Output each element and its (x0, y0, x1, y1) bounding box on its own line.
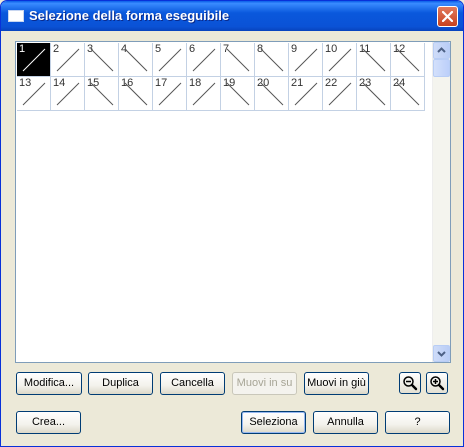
shape-cell[interactable]: 13 (17, 77, 51, 111)
vertical-scrollbar[interactable] (432, 42, 450, 362)
shape-stroke-icon (294, 82, 318, 106)
shape-stroke-icon (294, 48, 318, 72)
shape-stroke-icon (260, 48, 284, 72)
zoom-in-icon (430, 376, 445, 391)
shape-stroke-icon (22, 82, 46, 106)
shape-cell[interactable]: 20 (255, 77, 289, 111)
muovi-giu-button[interactable]: Muovi in giù (304, 372, 369, 395)
shape-cell[interactable]: 5 (153, 43, 187, 77)
shape-cell[interactable]: 6 (187, 43, 221, 77)
seleziona-button[interactable]: Seleziona (241, 411, 306, 434)
shape-stroke-icon (396, 82, 420, 106)
cancella-button[interactable]: Cancella (160, 372, 225, 395)
shape-cell[interactable]: 24 (391, 77, 425, 111)
shape-cell[interactable]: 4 (119, 43, 153, 77)
shape-cell[interactable]: 9 (289, 43, 323, 77)
shape-stroke-icon (192, 48, 216, 72)
duplica-button[interactable]: Duplica (88, 372, 153, 395)
shape-stroke-icon (226, 82, 250, 106)
scroll-thumb[interactable] (433, 59, 450, 77)
scroll-up-button[interactable] (433, 42, 450, 59)
shape-cell[interactable]: 23 (357, 77, 391, 111)
close-button[interactable] (437, 6, 458, 27)
shape-cell[interactable]: 19 (221, 77, 255, 111)
help-button[interactable]: ? (385, 411, 450, 434)
shape-stroke-icon (328, 82, 352, 106)
zoom-out-icon (403, 376, 418, 391)
shape-list[interactable]: 1 2 3 4 5 6 7 8 9 10 11 12 13 14 15 16 17 18 19 20 21 22 23 24 (15, 41, 451, 363)
shape-cell[interactable]: 21 (289, 77, 323, 111)
shape-stroke-icon (158, 82, 182, 106)
shape-cell[interactable]: 18 (187, 77, 221, 111)
shape-cell[interactable]: 1 (17, 43, 51, 77)
shape-cell[interactable]: 17 (153, 77, 187, 111)
shape-stroke-icon (124, 82, 148, 106)
muovi-su-button[interactable]: Muovi in su (232, 372, 297, 395)
modifica-button[interactable]: Modifica... (16, 372, 82, 395)
shape-cell[interactable]: 14 (51, 77, 85, 111)
title-bar[interactable]: Selezione della forma eseguibile (1, 1, 463, 31)
window-title: Selezione della forma eseguibile (29, 8, 230, 23)
shape-cell[interactable]: 15 (85, 77, 119, 111)
shape-stroke-icon (56, 82, 80, 106)
annulla-button[interactable]: Annulla (313, 411, 378, 434)
shape-stroke-icon (396, 48, 420, 72)
scroll-up-icon (437, 47, 446, 53)
shape-cell[interactable]: 10 (323, 43, 357, 77)
shape-stroke-icon (260, 82, 284, 106)
shape-stroke-icon (362, 48, 386, 72)
shape-stroke-icon (192, 82, 216, 106)
shape-stroke-icon (56, 48, 80, 72)
shape-cell[interactable]: 12 (391, 43, 425, 77)
dialog-window: Selezione della forma eseguibile 1234567… (0, 0, 464, 447)
close-icon (442, 11, 453, 22)
shape-stroke-icon (362, 82, 386, 106)
scroll-down-icon (437, 351, 446, 357)
crea-button[interactable]: Crea... (16, 411, 81, 434)
shape-stroke-icon (90, 48, 114, 72)
zoom-in-button[interactable] (426, 372, 448, 394)
shape-cell[interactable]: 22 (323, 77, 357, 111)
zoom-out-button[interactable] (399, 372, 421, 394)
shape-cell[interactable]: 11 (357, 43, 391, 77)
shape-stroke-icon (90, 82, 114, 106)
shape-cell[interactable]: 16 (119, 77, 153, 111)
shape-cell[interactable]: 3 (85, 43, 119, 77)
scroll-down-button[interactable] (433, 345, 450, 362)
shape-stroke-icon (124, 48, 148, 72)
shape-cell[interactable]: 7 (221, 43, 255, 77)
window-icon (8, 10, 24, 22)
shape-cell[interactable]: 8 (255, 43, 289, 77)
shape-stroke-icon (226, 48, 250, 72)
shape-cell[interactable]: 2 (51, 43, 85, 77)
shape-stroke-icon (22, 48, 46, 72)
shape-stroke-icon (328, 48, 352, 72)
shape-stroke-icon (158, 48, 182, 72)
